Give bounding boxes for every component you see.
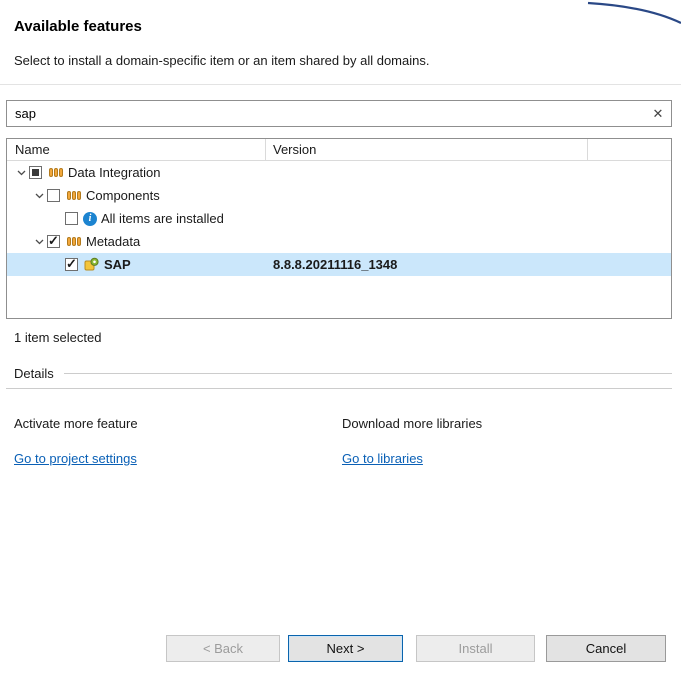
details-separator-line [64, 373, 672, 374]
tree-table-header: Name Version [7, 139, 671, 161]
checkbox-unchecked[interactable] [47, 189, 60, 202]
clear-search-icon[interactable]: ✕ [645, 106, 671, 122]
selection-status: 1 item selected [14, 330, 101, 345]
tree-item-label: All items are installed [101, 211, 224, 226]
checkbox-checked[interactable] [47, 235, 60, 248]
header-separator [0, 84, 681, 85]
cancel-button[interactable]: Cancel [546, 635, 666, 662]
go-to-project-settings-link[interactable]: Go to project settings [14, 451, 137, 466]
column-header-name[interactable]: Name [15, 142, 50, 157]
tree-item-version: 8.8.8.20211116_1348 [273, 257, 397, 272]
page-title: Available features [14, 18, 142, 35]
tree-item-label: Metadata [86, 234, 140, 249]
feature-icon [65, 234, 82, 249]
next-button[interactable]: Next > [288, 635, 403, 662]
info-icon: i [83, 212, 97, 226]
checkbox-partial[interactable] [29, 166, 42, 179]
details-separator-line [6, 388, 672, 389]
install-button[interactable]: Install [416, 635, 535, 662]
tree-row-components[interactable]: Components [7, 184, 671, 207]
expand-collapse-icon[interactable] [31, 193, 47, 199]
tree-row-sap[interactable]: SAP 8.8.8.20211116_1348 [7, 253, 671, 276]
tree-rows: Data Integration Components i All items are… [7, 161, 671, 276]
tree-item-label: Components [86, 188, 160, 203]
tree-item-label: SAP [104, 257, 131, 272]
checkbox-unchecked[interactable] [65, 212, 78, 225]
details-title: Details [6, 366, 54, 381]
go-to-libraries-link[interactable]: Go to libraries [342, 451, 423, 466]
tree-row-all-items-are-installed[interactable]: i All items are installed [7, 207, 671, 230]
tree-item-label: Data Integration [68, 165, 161, 180]
search-input[interactable] [7, 101, 645, 126]
download-libraries-heading: Download more libraries [342, 416, 482, 431]
feature-tree-table: Name Version Data Integration Components i… [6, 138, 672, 319]
expand-collapse-icon[interactable] [13, 170, 29, 176]
column-separator[interactable] [587, 139, 588, 161]
activate-feature-heading: Activate more feature [14, 416, 138, 431]
search-box: ✕ [6, 100, 672, 127]
expand-collapse-icon[interactable] [31, 239, 47, 245]
feature-icon [47, 165, 64, 180]
page-description: Select to install a domain-specific item… [14, 53, 429, 68]
column-separator[interactable] [265, 139, 266, 161]
tree-row-data-integration[interactable]: Data Integration [7, 161, 671, 184]
back-button[interactable]: < Back [166, 635, 280, 662]
checkbox-checked[interactable] [65, 258, 78, 271]
column-header-version[interactable]: Version [273, 142, 316, 157]
feature-icon [65, 188, 82, 203]
corner-swoosh-decoration [586, 0, 681, 26]
sap-icon [83, 257, 100, 272]
tree-row-metadata[interactable]: Metadata [7, 230, 671, 253]
details-section-header: Details [6, 366, 672, 381]
